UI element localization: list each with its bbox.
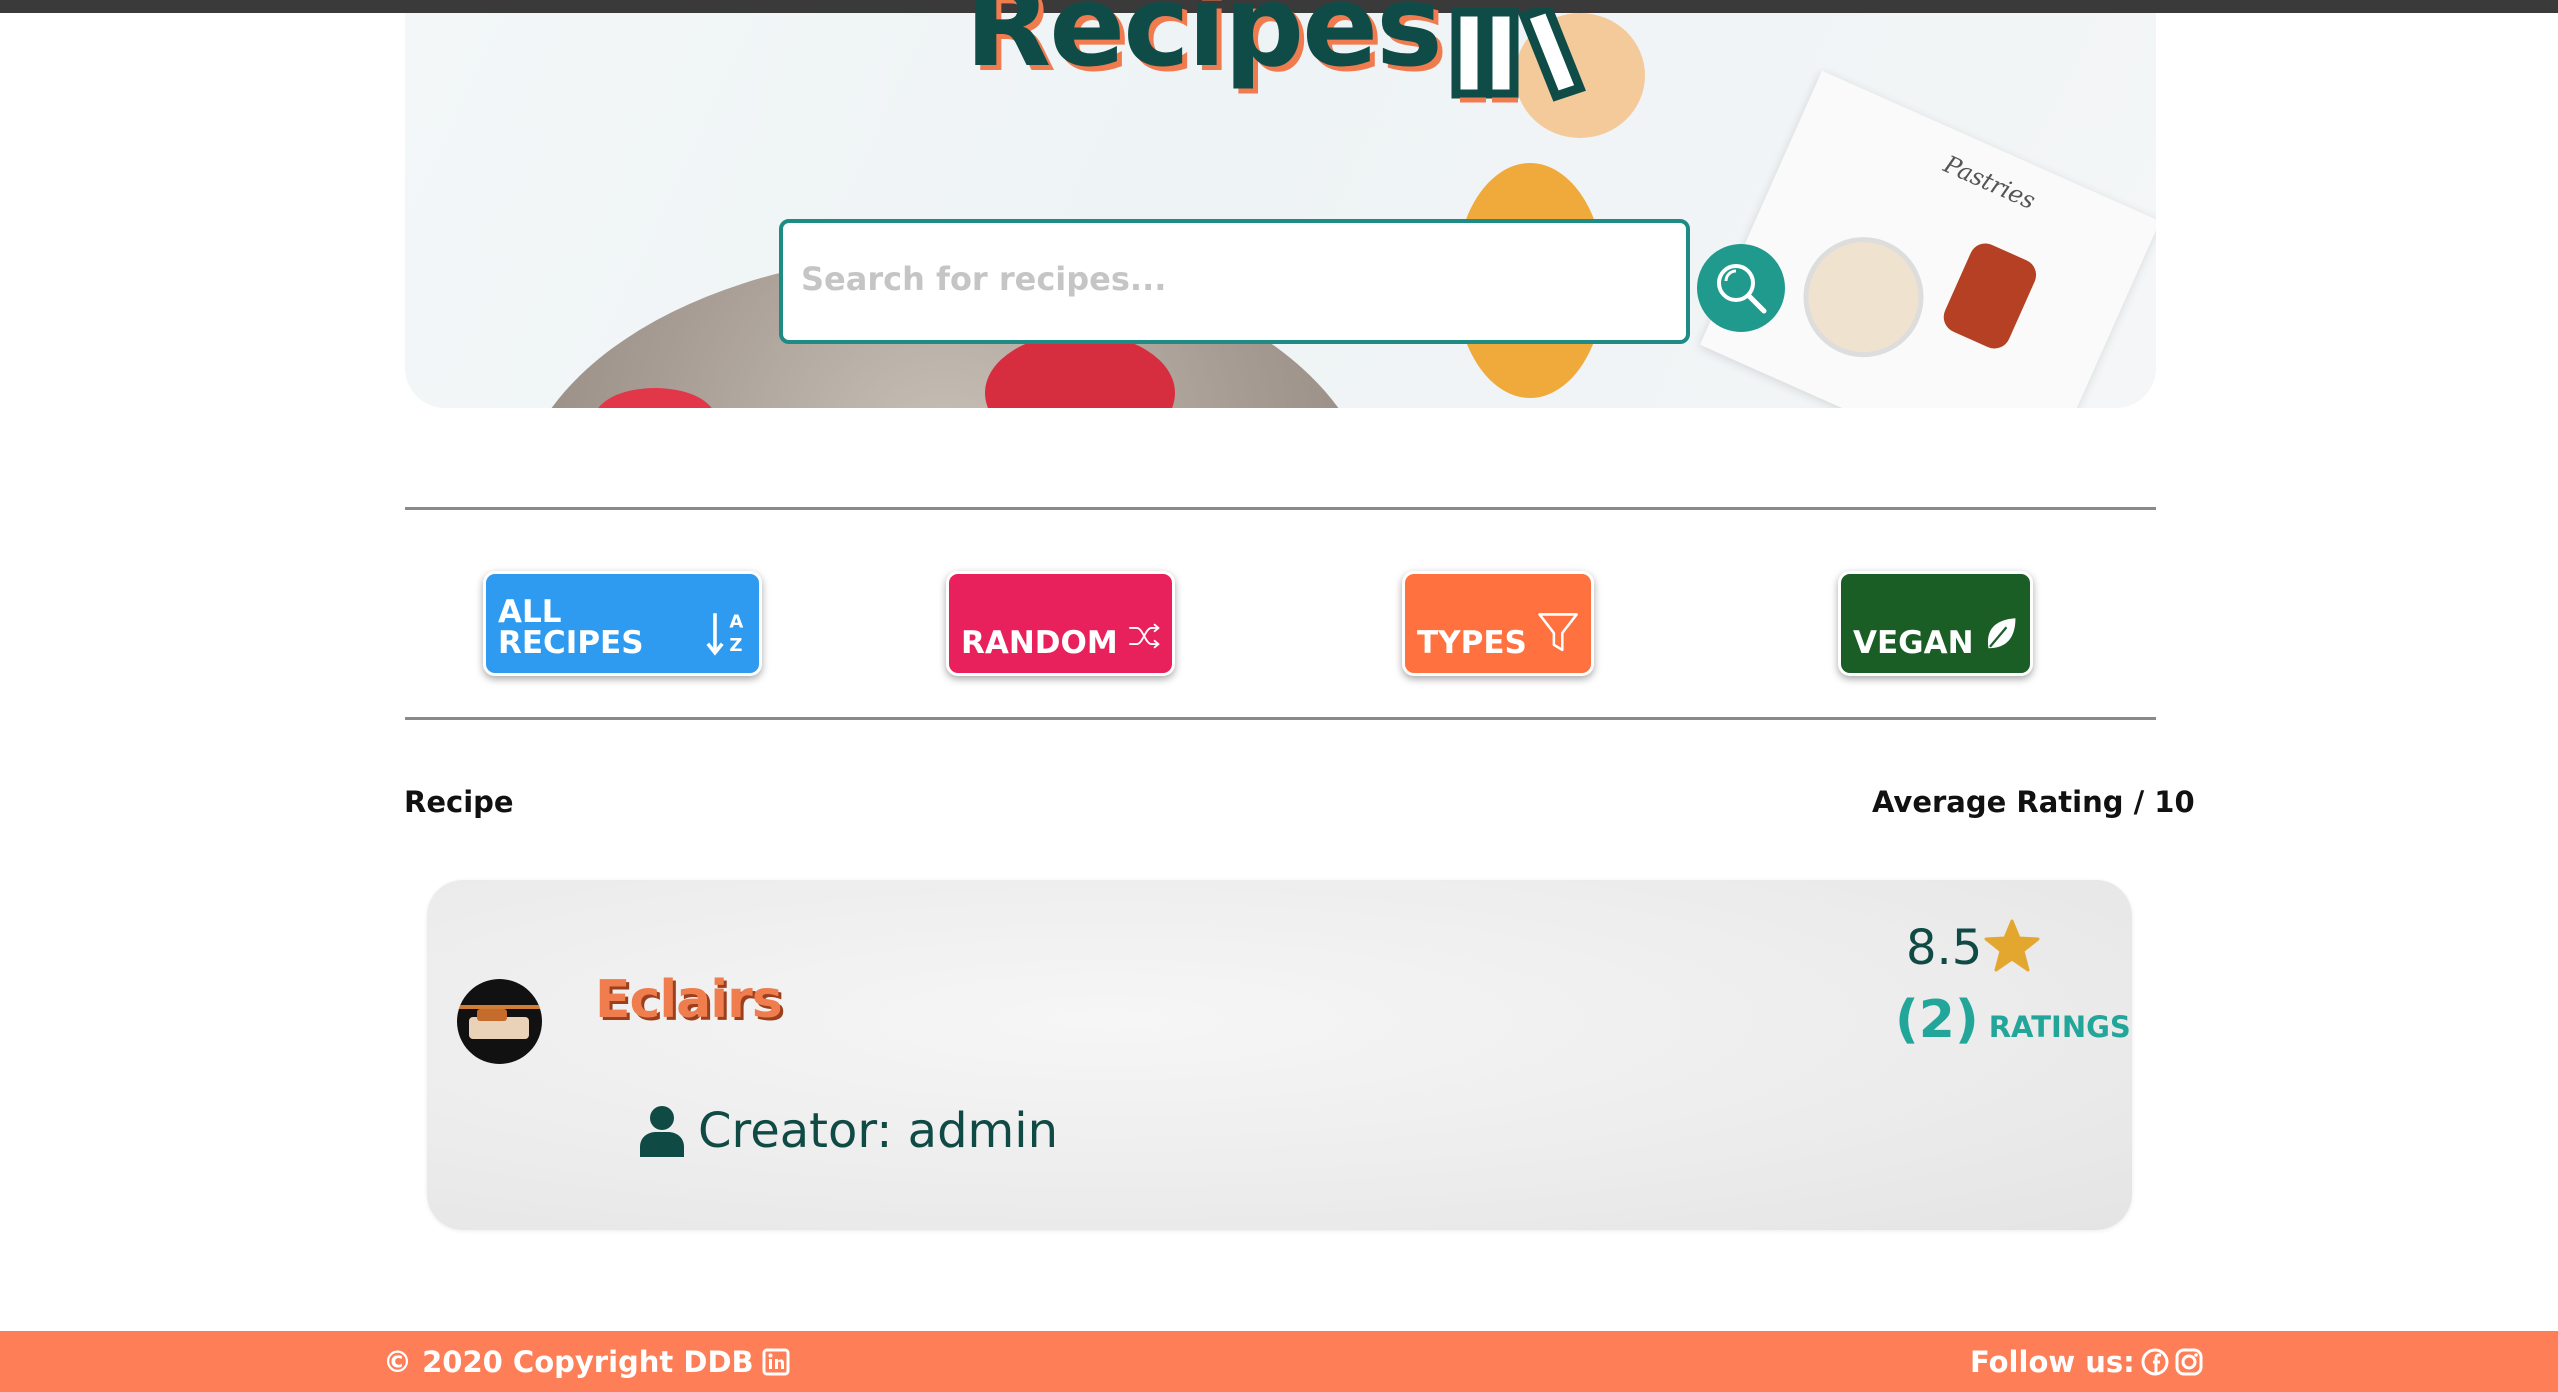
leaf-icon xyxy=(1987,618,2016,649)
vegan-button[interactable]: VEGAN xyxy=(1838,571,2033,676)
linkedin-icon[interactable] xyxy=(762,1348,790,1376)
search-button[interactable] xyxy=(1697,244,1785,332)
svg-text:Z: Z xyxy=(729,635,742,656)
all-recipes-label: ALL RECIPES xyxy=(498,594,644,661)
recipe-creator: Creator: admin xyxy=(640,1103,1058,1159)
footer-follow: Follow us: xyxy=(1970,1345,2203,1379)
page-title: Recipes xyxy=(965,0,1443,92)
all-recipes-button[interactable]: ALL RECIPES A Z xyxy=(483,571,762,676)
ratings-count-label: RATINGS xyxy=(1988,1010,2131,1044)
vegan-label: VEGAN xyxy=(1853,625,1974,661)
divider-top xyxy=(405,507,2156,510)
utensils-books-icon xyxy=(1451,8,1586,103)
facebook-icon[interactable] xyxy=(2141,1348,2169,1376)
svg-text:A: A xyxy=(729,612,743,633)
average-rating: 8.5 xyxy=(1906,920,1983,976)
random-label: RANDOM xyxy=(961,625,1118,661)
ratings-count-number: (2) xyxy=(1895,990,1979,1050)
star-icon xyxy=(1984,919,2040,972)
search-icon xyxy=(1717,264,1767,314)
follow-text: Follow us: xyxy=(1970,1345,2135,1379)
user-icon xyxy=(640,1106,684,1157)
instagram-icon[interactable] xyxy=(2175,1348,2203,1376)
column-header-recipe: Recipe xyxy=(404,785,514,819)
search-field[interactable] xyxy=(779,219,1690,344)
recipe-card[interactable] xyxy=(427,880,2132,1230)
search-input[interactable] xyxy=(799,223,1663,335)
shuffle-icon xyxy=(1128,623,1160,649)
footer-copyright: © 2020 Copyright DDB xyxy=(383,1345,790,1379)
recipe-thumbnail xyxy=(457,979,542,1064)
filter-icon xyxy=(1538,613,1578,652)
footer: © 2020 Copyright DDB Follow us: xyxy=(0,1331,2558,1392)
types-button[interactable]: TYPES xyxy=(1402,571,1594,676)
random-button[interactable]: RANDOM xyxy=(946,571,1175,676)
divider-bottom xyxy=(405,717,2156,720)
creator-text: Creator: admin xyxy=(698,1103,1059,1159)
recipe-name-link[interactable]: Eclairs xyxy=(595,970,783,1030)
types-label: TYPES xyxy=(1417,625,1527,661)
ratings-count: (2) RATINGS xyxy=(1895,990,2131,1050)
copyright-text: © 2020 Copyright DDB xyxy=(383,1345,754,1379)
column-header-rating: Average Rating / 10 xyxy=(1872,785,2195,819)
sort-alpha-down-icon: A Z xyxy=(706,612,743,656)
